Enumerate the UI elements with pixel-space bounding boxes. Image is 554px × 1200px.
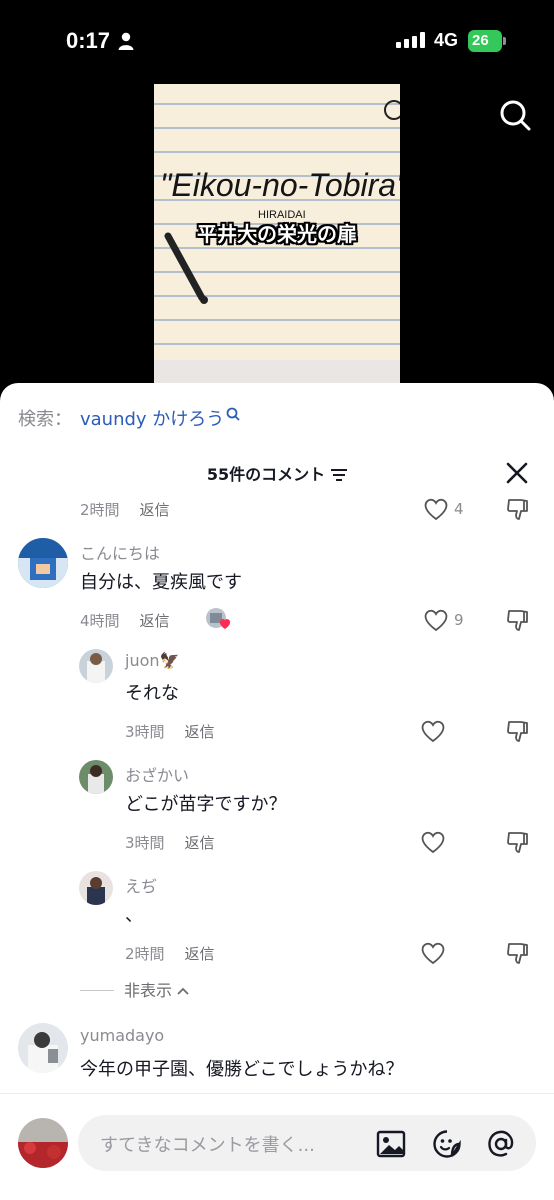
svg-text:"Eikou-no-Tobira": "Eikou-no-Tobira": [160, 167, 400, 203]
close-icon[interactable]: [504, 460, 530, 486]
comment-username[interactable]: えぢ: [125, 873, 157, 897]
my-avatar: [18, 1118, 68, 1168]
search-query-link[interactable]: vaundy かけろう: [80, 409, 224, 430]
comment-sheet: 検索： vaundy かけろう 55件のコメント 2時間 返信 4 こんにちは 自分…: [0, 383, 554, 1200]
comment-count-header: 55件のコメント: [0, 461, 554, 485]
heart-icon[interactable]: [420, 830, 446, 854]
comment-text: 、: [125, 905, 143, 926]
status-bar: 0:17 4G 26: [0, 0, 554, 80]
heart-icon[interactable]: [423, 608, 449, 632]
thumb-down-icon[interactable]: [506, 940, 532, 966]
comment-input-bar: すてきなコメントを書く...: [0, 1093, 554, 1200]
comment-time: 4時間: [80, 612, 120, 630]
comment-meta: 2時間 返信: [125, 943, 215, 964]
person-icon: [118, 32, 134, 50]
thumb-down-icon[interactable]: [506, 607, 532, 633]
comment-meta: 2時間 返信: [80, 499, 170, 520]
mention-icon[interactable]: [486, 1129, 516, 1159]
comment-meta: 3時間 返信: [125, 832, 215, 853]
video-caption: 平井大の栄光の扉: [197, 222, 357, 246]
like-count: 9: [454, 611, 464, 629]
comment-count-title: 55件のコメント: [206, 465, 326, 484]
comment-input-placeholder: すてきなコメントを書く...: [100, 1135, 315, 1156]
comment-time: 2時間: [80, 501, 120, 519]
thumb-down-icon[interactable]: [506, 829, 532, 855]
comment-text: 自分は、夏疾風です: [80, 572, 242, 593]
comment-time: 3時間: [125, 723, 165, 741]
hide-replies-button[interactable]: 非表示: [80, 977, 189, 1001]
status-time: 0:17: [66, 28, 111, 53]
search-suggestion[interactable]: 検索： vaundy かけろう: [18, 405, 240, 431]
heart-icon[interactable]: [420, 719, 446, 743]
network-type: 4G: [434, 30, 459, 50]
reply-button[interactable]: 返信: [185, 723, 215, 741]
reply-button[interactable]: 返信: [185, 834, 215, 852]
comment-username[interactable]: juon🦅: [125, 651, 179, 670]
comment-list[interactable]: 検索： vaundy かけろう 55件のコメント 2時間 返信 4 こんにちは 自分…: [0, 383, 554, 1093]
battery-level: 26: [472, 32, 489, 49]
emoji-icon[interactable]: [432, 1129, 462, 1159]
hide-replies-label: 非表示: [124, 981, 173, 1000]
avatar[interactable]: [79, 649, 113, 683]
creator-liked-icon: [206, 608, 231, 629]
chevron-up-icon: [177, 987, 189, 995]
signal-icon: [396, 32, 425, 48]
video-thumbnail[interactable]: "Eikou-no-Tobira" HIRAIDAI 平井大の栄光の扉: [154, 84, 400, 384]
avatar[interactable]: [18, 538, 68, 588]
reply-button[interactable]: 返信: [185, 945, 215, 963]
comment-username[interactable]: こんにちは: [80, 540, 160, 564]
reply-button[interactable]: 返信: [140, 501, 170, 519]
comment-username[interactable]: おざかい: [125, 762, 189, 786]
heart-icon[interactable]: [423, 497, 449, 521]
heart-icon[interactable]: [420, 941, 446, 965]
thumb-down-icon[interactable]: [506, 496, 532, 522]
avatar[interactable]: [79, 760, 113, 794]
filter-icon[interactable]: [331, 469, 348, 481]
like-count: 4: [454, 500, 464, 518]
image-icon[interactable]: [376, 1129, 406, 1159]
comment-text: どこが苗字ですか？: [125, 794, 287, 815]
search-prefix: 検索：: [18, 409, 72, 430]
comment-meta: 4時間 返信: [80, 610, 170, 631]
comment-text: それな: [125, 683, 179, 704]
comment-meta: 3時間 返信: [125, 721, 215, 742]
avatar[interactable]: [18, 1023, 68, 1073]
comment-text: 今年の甲子園、優勝どこでしょうかね？: [80, 1059, 404, 1080]
comment-time: 3時間: [125, 834, 165, 852]
comment-time: 2時間: [125, 945, 165, 963]
avatar[interactable]: [79, 871, 113, 905]
comment-username[interactable]: yumadayo: [80, 1026, 164, 1045]
battery-indicator: 26: [468, 30, 506, 52]
comment-input[interactable]: すてきなコメントを書く...: [78, 1115, 536, 1171]
reply-button[interactable]: 返信: [140, 612, 170, 630]
search-small-icon: [226, 407, 240, 421]
search-icon[interactable]: [498, 98, 532, 132]
thumb-down-icon[interactable]: [506, 718, 532, 744]
